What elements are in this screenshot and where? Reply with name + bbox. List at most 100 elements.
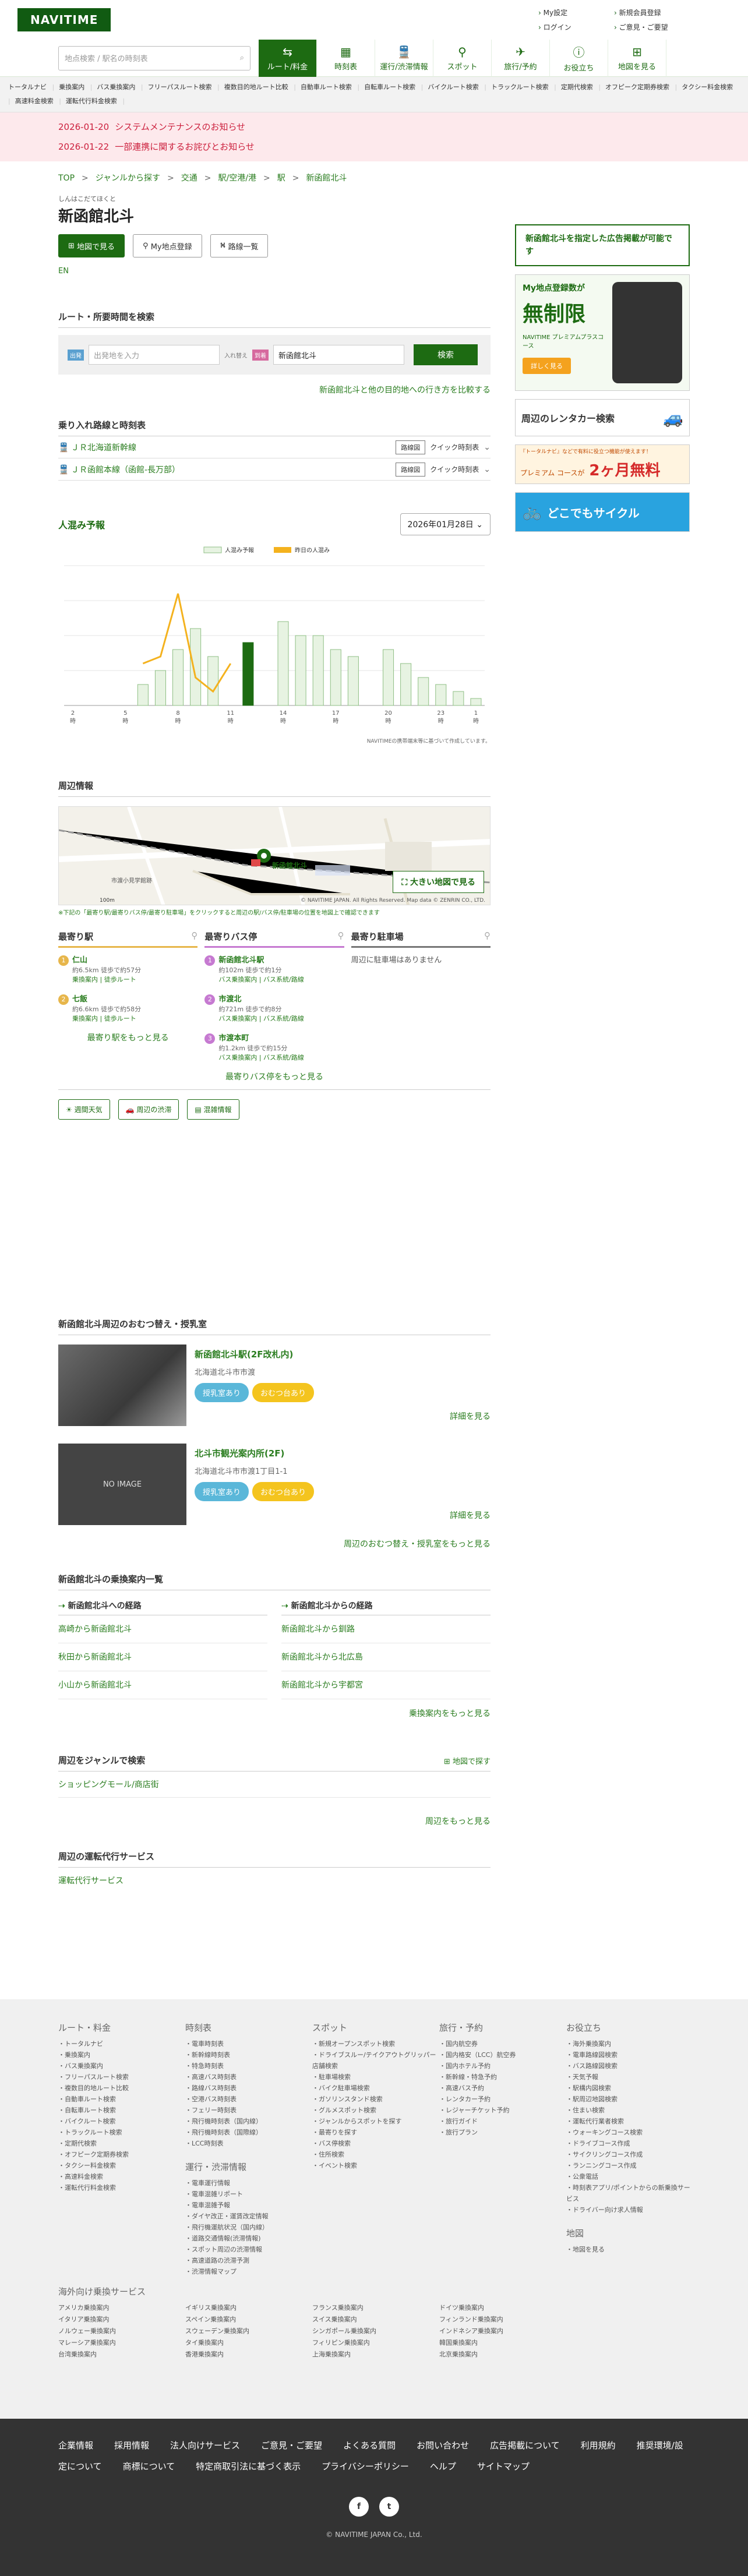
intl-link[interactable]: シンガポール乗換案内: [312, 2326, 439, 2337]
footer-link[interactable]: 乗換案内: [58, 2049, 185, 2060]
footer-link[interactable]: バス停検索: [312, 2138, 439, 2149]
subnav-item[interactable]: 運転代行料金検索: [66, 97, 125, 105]
breadcrumb-item[interactable]: ジャンルから探す: [96, 174, 160, 183]
crowd-info-button[interactable]: ▤ 混雑情報: [187, 1099, 239, 1120]
quick-timetable-button[interactable]: クイック時刻表: [430, 442, 479, 452]
intl-link[interactable]: フィリピン乗換案内: [312, 2337, 439, 2349]
subnav-item[interactable]: 自動車ルート検索: [301, 83, 359, 91]
login-link[interactable]: ログイン: [538, 22, 614, 32]
subnav-item[interactable]: トータルナビ: [8, 83, 54, 91]
footer-link[interactable]: ガソリンスタンド検索: [312, 2094, 439, 2105]
footer-link[interactable]: 電車時刻表: [185, 2038, 312, 2049]
footer-link[interactable]: LCC時刻表: [185, 2138, 312, 2149]
ad-placement-banner[interactable]: 新函館北斗を指定した広告掲載が可能です: [515, 224, 690, 266]
footer-link[interactable]: 高速料金検索: [58, 2171, 185, 2182]
footer-link[interactable]: 自動車ルート検索: [58, 2094, 185, 2105]
intl-link[interactable]: フランス乗換案内: [312, 2302, 439, 2314]
breadcrumb-item[interactable]: 駅: [277, 174, 285, 183]
breadcrumb-item[interactable]: 駅/空港/港: [218, 174, 256, 183]
nearby-links[interactable]: バス乗換案内 | バス系統/路線: [218, 975, 344, 984]
daiko-item[interactable]: 運転代行サービス: [58, 1868, 491, 1893]
detail-link[interactable]: 詳細を見る: [195, 1410, 491, 1422]
chevron-down-icon[interactable]: ⌄: [484, 443, 491, 452]
bottom-link[interactable]: ヘルプ: [430, 2461, 456, 2472]
search-icon[interactable]: ⌕: [240, 54, 244, 62]
facebook-icon[interactable]: f: [349, 2497, 369, 2517]
intl-link[interactable]: マレーシア乗換案内: [58, 2337, 185, 2349]
bottom-link[interactable]: 利用規約: [581, 2440, 616, 2451]
breadcrumb-item[interactable]: 交通: [181, 174, 197, 183]
intl-link[interactable]: タイ乗換案内: [185, 2337, 312, 2349]
quick-timetable-button[interactable]: クイック時刻表: [430, 464, 479, 474]
nav-timetable[interactable]: ▦ 時刻表: [317, 39, 375, 77]
intl-link[interactable]: ノルウェー乗換案内: [58, 2326, 185, 2337]
more-transfer-link[interactable]: 乗換案内をもっと見る: [58, 1707, 491, 1719]
subnav-item[interactable]: 自転車ルート検索: [364, 83, 423, 91]
footer-link[interactable]: サイクリングコース作成: [566, 2149, 693, 2160]
footer-link[interactable]: スポット周辺の渋滞情報: [185, 2244, 312, 2255]
intl-link[interactable]: スペイン乗換案内: [185, 2314, 312, 2326]
route-link[interactable]: 秋田から新函館北斗: [58, 1643, 267, 1671]
footer-link[interactable]: バイクルート検索: [58, 2116, 185, 2127]
subnav-item[interactable]: フリーパスルート検索: [148, 83, 220, 91]
footer-link[interactable]: レジャーチケット予約: [439, 2105, 566, 2116]
detail-link[interactable]: 詳細を見る: [195, 1509, 491, 1521]
footer-link[interactable]: 旅行プラン: [439, 2127, 566, 2138]
nearby-item[interactable]: 2 七飯 約6.6km 徒歩で約58分 乗換案内 | 徒歩ルート: [58, 993, 197, 1024]
nearby-links[interactable]: 乗換案内 | 徒歩ルート: [72, 975, 197, 984]
footer-link[interactable]: 電車運行情報: [185, 2178, 312, 2189]
breadcrumb-item[interactable]: TOP: [58, 174, 75, 183]
footer-link[interactable]: 駅周辺地図検索: [566, 2094, 693, 2105]
footer-link[interactable]: 新幹線時刻表: [185, 2049, 312, 2060]
bottom-link[interactable]: お問い合わせ: [417, 2440, 469, 2451]
bottom-link[interactable]: 特定商取引法に基づく表示: [196, 2461, 301, 2472]
footer-link[interactable]: 駅構内図検索: [566, 2083, 693, 2094]
from-input[interactable]: 出発地を入力: [89, 345, 220, 365]
footer-link[interactable]: 住まい検索: [566, 2105, 693, 2116]
nursing-name[interactable]: 新函館北斗駅(2F改札内): [195, 1348, 491, 1360]
subnav-item[interactable]: バス乗換案内: [97, 83, 143, 91]
navitime-logo[interactable]: NAVITIME: [17, 8, 111, 31]
nursing-photo[interactable]: NO IMAGE: [58, 1444, 186, 1525]
map-search-link[interactable]: ⊞ 地図で探す: [444, 1755, 491, 1766]
footer-link[interactable]: 公衆電話: [566, 2171, 693, 2182]
twitter-icon[interactable]: t: [379, 2497, 399, 2517]
footer-link[interactable]: 高速道路の渋滞予測: [185, 2255, 312, 2266]
footer-link[interactable]: レンタカー予約: [439, 2094, 566, 2105]
footer-link[interactable]: 新規オープンスポット検索: [312, 2038, 439, 2049]
nearby-item[interactable]: 1 仁山 約6.5km 徒歩で約57分 乗換案内 | 徒歩ルート: [58, 954, 197, 984]
intl-link[interactable]: 韓国乗換案内: [439, 2337, 566, 2349]
nearby-item[interactable]: 1 新函館北斗駅 約102m 徒歩で約1分 バス乗換案内 | バス系統/路線: [204, 954, 344, 984]
footer-link[interactable]: 電車混雑リポート: [185, 2189, 312, 2200]
notice-item[interactable]: 2026-01-22 一部連携に関するお詫びとお知らせ: [58, 137, 690, 157]
nav-pin[interactable]: ⚲ スポット: [433, 39, 492, 77]
bottom-link[interactable]: プライバシーポリシー: [322, 2461, 409, 2472]
nearby-item[interactable]: 2 市渡北 約721m 徒歩で約8分 バス乗換案内 | バス系統/路線: [204, 993, 344, 1024]
date-selector[interactable]: 2026年01月28日 ⌄: [400, 513, 491, 535]
footer-link[interactable]: ウォーキングコース検索: [566, 2127, 693, 2138]
footer-link[interactable]: 住所検索: [312, 2149, 439, 2160]
my-spot-button[interactable]: ⚲ My地点登録: [133, 234, 202, 257]
footer-link[interactable]: 渋滞情報マップ: [185, 2266, 312, 2277]
footer-link[interactable]: 定期代検索: [58, 2138, 185, 2149]
nav-train[interactable]: 🚆 運行/渋滞情報: [375, 39, 433, 77]
rentacar-ad[interactable]: 周辺のレンタカー検索 🚙: [515, 399, 690, 436]
intl-link[interactable]: フィンランド乗換案内: [439, 2314, 566, 2326]
intl-link[interactable]: 北京乗換案内: [439, 2349, 566, 2360]
map[interactable]: 新函館北斗 市渡小見学館跡 © NAVITIME JAPAN. All Righ…: [58, 806, 491, 905]
intl-link[interactable]: ドイツ乗換案内: [439, 2302, 566, 2314]
bottom-link[interactable]: 採用情報: [114, 2440, 149, 2451]
subnav-item[interactable]: オフピーク定期券検索: [605, 83, 677, 91]
bottom-link[interactable]: よくある質問: [343, 2440, 396, 2451]
intl-link[interactable]: イギリス乗換案内: [185, 2302, 312, 2314]
intl-link[interactable]: インドネシア乗換案内: [439, 2326, 566, 2337]
subnav-item[interactable]: トラックルート検索: [491, 83, 556, 91]
register-link[interactable]: 新規会員登録: [614, 8, 690, 17]
footer-link[interactable]: 特急時刻表: [185, 2060, 312, 2072]
notice-item[interactable]: 2026-01-20 システムメンテナンスのお知らせ: [58, 117, 690, 137]
footer-link[interactable]: 飛行機運航状況（国内線）: [185, 2222, 312, 2233]
big-map-button[interactable]: ⛶ 大きい地図で見る: [393, 871, 484, 893]
footer-link[interactable]: 駐車場検索: [312, 2072, 439, 2083]
chevron-down-icon[interactable]: ⌄: [484, 465, 491, 474]
footer-link[interactable]: 時刻表アプリ/ポイントからの新乗換サービス: [566, 2182, 693, 2204]
